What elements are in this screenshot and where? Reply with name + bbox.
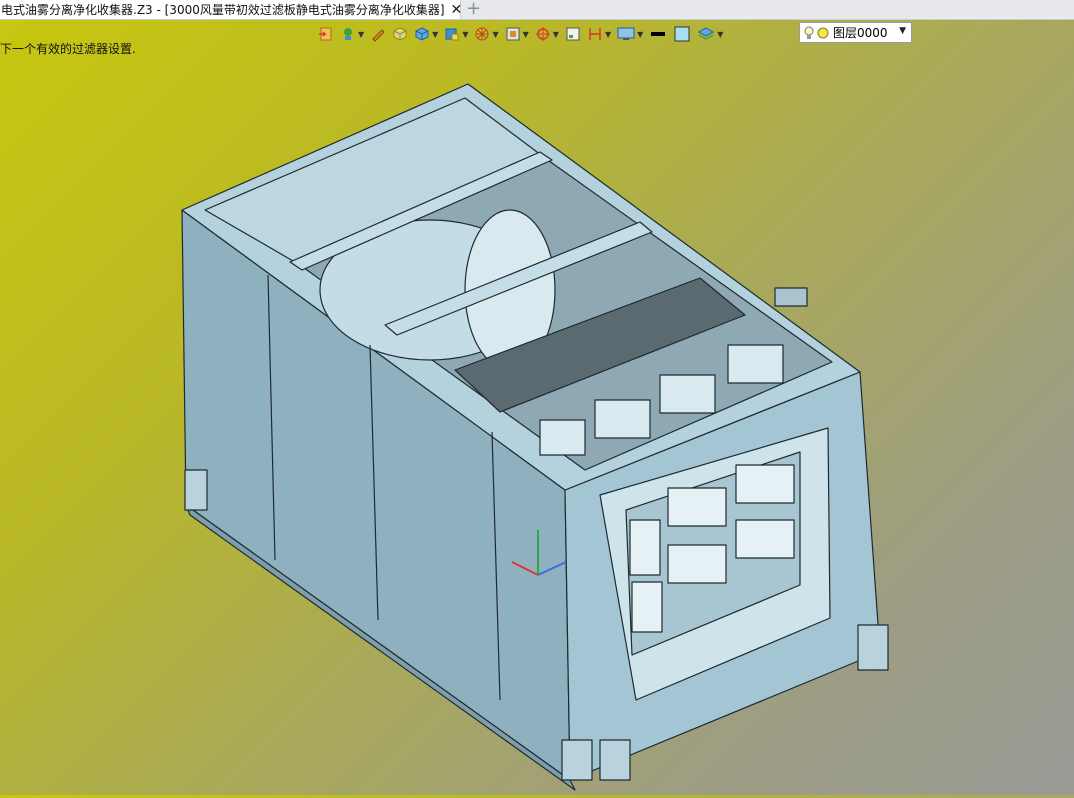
orange-page-tool[interactable] — [318, 23, 334, 45]
color-swatch-icon — [674, 26, 690, 42]
red-frame-tool[interactable]: ▼ — [587, 23, 611, 45]
color-swatch-tool[interactable] — [673, 23, 691, 45]
bulb-icon — [804, 26, 814, 39]
tab-bar: 电式油雾分离净化收集器.Z3 - [3000风量带初效过滤板静电式油雾分离净化收… — [0, 0, 1074, 20]
square-tool[interactable] — [565, 23, 581, 45]
chevron-down-icon[interactable]: ▼ — [899, 26, 906, 36]
yellow-cube-tool[interactable] — [392, 23, 408, 45]
chevron-down-icon[interactable]: ▼ — [462, 30, 468, 39]
chevron-down-icon[interactable]: ▼ — [717, 30, 723, 39]
line-weight-icon — [651, 32, 666, 36]
monitor-icon — [617, 27, 635, 40]
plus-icon[interactable]: + — [466, 0, 481, 19]
layer-selector[interactable]: 图层0000 ▼ — [799, 22, 912, 43]
pencil-icon — [372, 29, 385, 42]
blue-cube-icon — [415, 27, 429, 41]
pencil-tool[interactable] — [370, 23, 386, 45]
viewport-3d[interactable] — [0, 48, 1074, 795]
orange-wheel-icon — [475, 27, 489, 41]
close-icon[interactable]: ✕ — [451, 2, 463, 18]
green-plant-tool[interactable]: ▼ — [340, 23, 364, 45]
chevron-down-icon[interactable]: ▼ — [358, 30, 364, 39]
blue-cube-alt-tool[interactable]: ▼ — [444, 23, 468, 45]
monitor-tool[interactable]: ▼ — [617, 23, 643, 45]
red-target-tool[interactable]: ▼ — [535, 23, 559, 45]
chevron-down-icon[interactable]: ▼ — [605, 30, 611, 39]
red-target-icon — [535, 27, 550, 41]
view-box-tool[interactable]: ▼ — [505, 23, 529, 45]
layer-label: 图层0000 — [833, 26, 888, 40]
red-frame-icon — [589, 28, 601, 40]
line-weight-tool[interactable] — [649, 23, 667, 45]
document-tab[interactable]: 电式油雾分离净化收集器.Z3 - [3000风量带初效过滤板静电式油雾分离净化收… — [0, 0, 463, 19]
layers-stack-icon — [698, 27, 715, 40]
chevron-down-icon[interactable]: ▼ — [492, 30, 498, 39]
view-box-icon — [506, 27, 520, 41]
tab-title: 电式油雾分离净化收集器.Z3 - [3000风量带初效过滤板静电式油雾分离净化收… — [1, 3, 445, 17]
blue-cube-tool[interactable]: ▼ — [414, 23, 438, 45]
model-3d-icon — [181, 83, 889, 791]
blue-cube-alt-icon — [445, 28, 459, 41]
yellow-dot-icon — [817, 27, 829, 38]
chevron-down-icon[interactable]: ▼ — [523, 30, 529, 39]
toolbar: ▼ ▼ ▼ ▼ ▼ ▼ ▼ ▼ ▼ — [318, 22, 729, 46]
chevron-down-icon[interactable]: ▼ — [432, 30, 438, 39]
orange-page-icon — [319, 27, 332, 41]
square-icon — [566, 27, 580, 41]
green-plant-icon — [344, 28, 352, 40]
layers-stack-tool[interactable]: ▼ — [697, 23, 723, 45]
chevron-down-icon[interactable]: ▼ — [553, 30, 559, 39]
yellow-cube-icon — [393, 27, 407, 41]
orange-wheel-tool[interactable]: ▼ — [474, 23, 499, 45]
chevron-down-icon[interactable]: ▼ — [637, 30, 643, 39]
